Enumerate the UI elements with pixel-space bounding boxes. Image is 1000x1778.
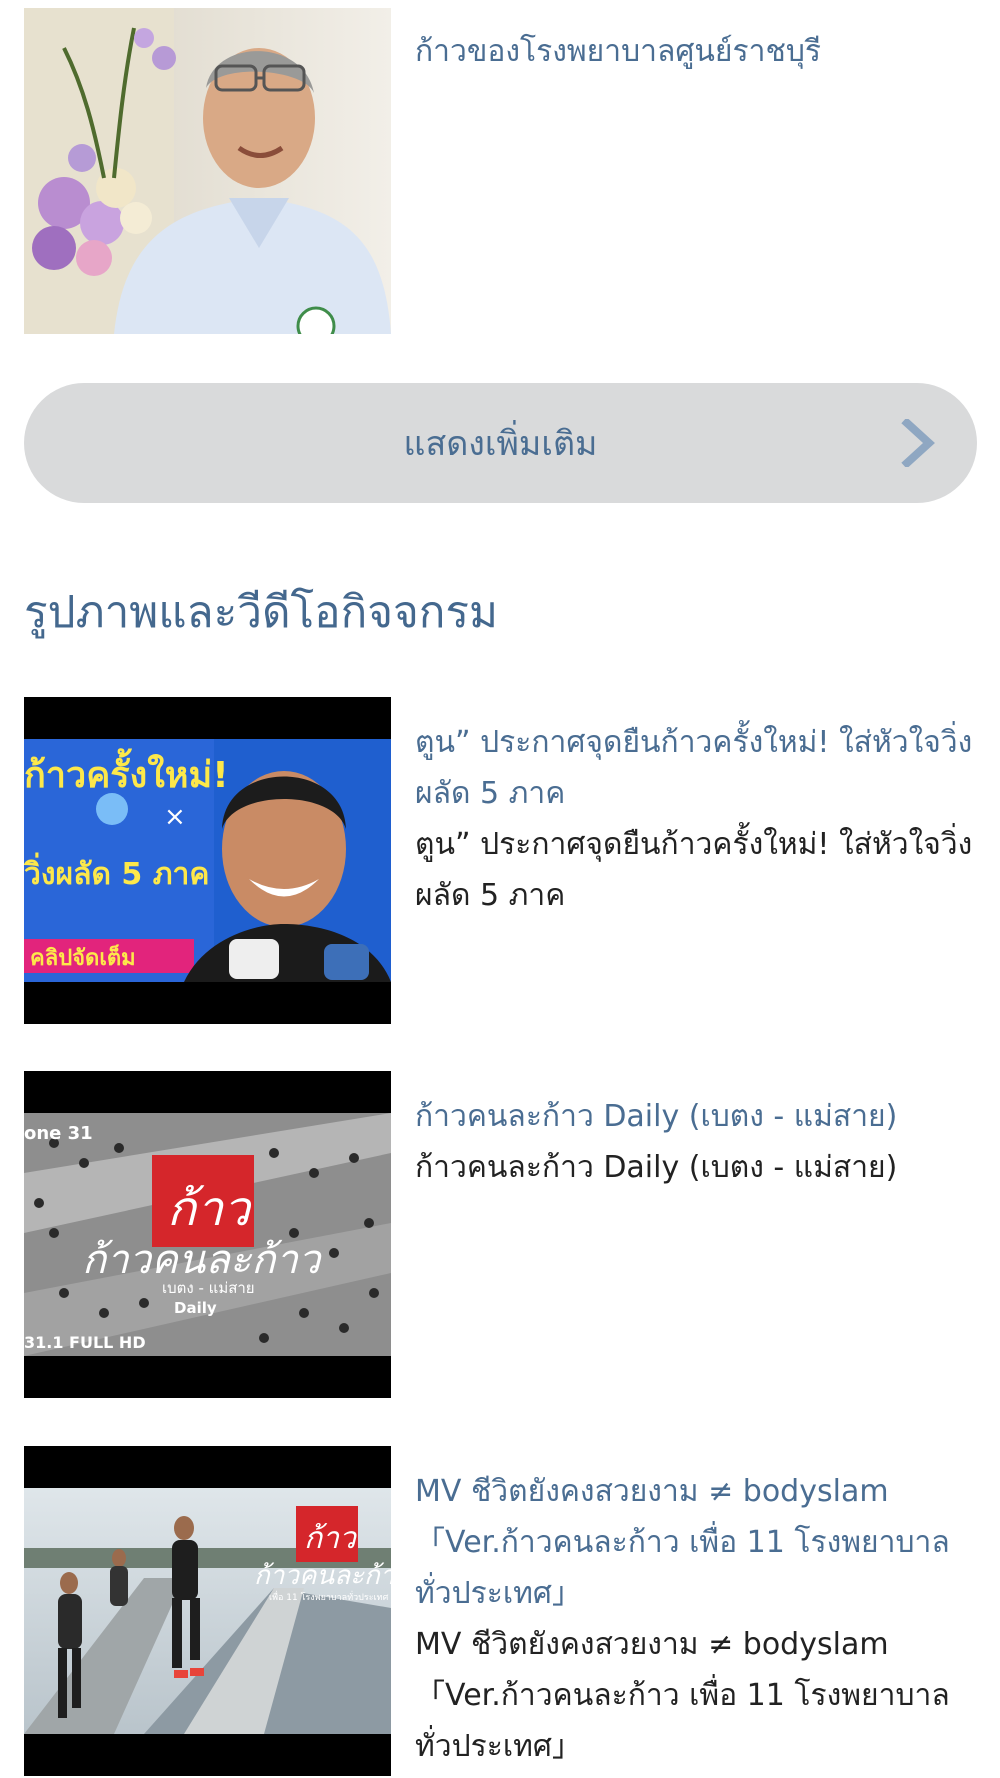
thumb-script: ก้าวคนละก้าว	[82, 1237, 323, 1283]
thumbnail-doctor[interactable]	[24, 8, 391, 334]
media-description: ก้าวคนละก้าว Daily (เบตง - แม่สาย)	[415, 1150, 898, 1185]
thumb-logo-word: ก้าว	[167, 1181, 253, 1237]
list-item-top[interactable]: ก้าวของโรงพยาบาลศูนย์ราชบุรี	[24, 8, 976, 334]
video-thumbnail[interactable]: ก้าว ก้าวคนละก้าว เบตง - แม่สาย Daily 31…	[24, 1071, 391, 1398]
media-description: ตูน” ประกาศจุดยืนก้าวครั้งใหม่! ใส่หัวใจ…	[415, 827, 973, 913]
video-thumbnail[interactable]: ก้าวครั้งใหม่! วิ่งผลัด 5 ภาค × คลิปจัดเ…	[24, 697, 391, 1024]
show-more-label: แสดงเพิ่มเติม	[403, 424, 598, 464]
doctor-portrait-image	[24, 8, 391, 334]
media-title-link[interactable]: MV ชีวิตยังคงสวยงาม ≠ bodyslam 「Ver.ก้าว…	[415, 1466, 975, 1619]
thumb-headline-2: วิ่งผลัด 5 ภาค	[24, 852, 209, 892]
thumb-badge: คลิปจัดเต็ม	[30, 943, 136, 971]
video-thumbnail[interactable]: ก้าว ก้าวคนละก้าว เพื่อ 11 โรงพยาบาลทั่ว…	[24, 1446, 391, 1776]
list-item-text: ก้าวของโรงพยาบาลศูนย์ราชบุรี	[415, 26, 975, 77]
section-title: รูปภาพและวีดีโอกิจจกรม	[24, 587, 499, 638]
page: ก้าวของโรงพยาบาลศูนย์ราชบุรี แสดงเพิ่มเต…	[0, 0, 1000, 1778]
thumb-daily: Daily	[174, 1299, 217, 1317]
thumb-logo-word: ก้าว	[304, 1521, 358, 1556]
thumb-route: เบตง - แม่สาย	[162, 1279, 255, 1297]
media-title-link[interactable]: ก้าวคนละก้าว Daily (เบตง - แม่สาย)	[415, 1091, 975, 1142]
thumb-quality: 31.1 FULL HD	[24, 1333, 146, 1352]
video-frame: ก้าวครั้งใหม่! วิ่งผลัด 5 ภาค × คลิปจัดเ…	[24, 739, 391, 982]
chevron-right-icon	[901, 419, 935, 467]
thumb-script: ก้าวคนละก้าว	[254, 1561, 391, 1591]
thumb-channel: one 31	[24, 1123, 93, 1144]
media-item[interactable]: ก้าวครั้งใหม่! วิ่งผลัด 5 ภาค × คลิปจัดเ…	[24, 697, 976, 1024]
media-item-text: ก้าวคนละก้าว Daily (เบตง - แม่สาย) ก้าวค…	[415, 1091, 975, 1193]
media-title-link[interactable]: ตูน” ประกาศจุดยืนก้าวครั้งใหม่! ใส่หัวใจ…	[415, 717, 975, 819]
show-more-button[interactable]: แสดงเพิ่มเติม	[24, 383, 977, 503]
svg-text:×: ×	[164, 802, 186, 832]
media-item-text: ตูน” ประกาศจุดยืนก้าวครั้งใหม่! ใส่หัวใจ…	[415, 717, 975, 921]
video-frame: ก้าว ก้าวคนละก้าว เพื่อ 11 โรงพยาบาลทั่ว…	[24, 1488, 391, 1734]
media-item[interactable]: ก้าว ก้าวคนละก้าว เบตง - แม่สาย Daily 31…	[24, 1071, 976, 1398]
video-frame: ก้าว ก้าวคนละก้าว เบตง - แม่สาย Daily 31…	[24, 1113, 391, 1356]
media-item-text: MV ชีวิตยังคงสวยงาม ≠ bodyslam 「Ver.ก้าว…	[415, 1466, 975, 1772]
media-item[interactable]: ก้าว ก้าวคนละก้าว เพื่อ 11 โรงพยาบาลทั่ว…	[24, 1446, 976, 1778]
item-title-link[interactable]: ก้าวของโรงพยาบาลศูนย์ราชบุรี	[415, 26, 975, 77]
thumb-headline-1: ก้าวครั้งใหม่!	[24, 748, 229, 796]
media-description: MV ชีวิตยังคงสวยงาม ≠ bodyslam 「Ver.ก้าว…	[415, 1627, 950, 1764]
